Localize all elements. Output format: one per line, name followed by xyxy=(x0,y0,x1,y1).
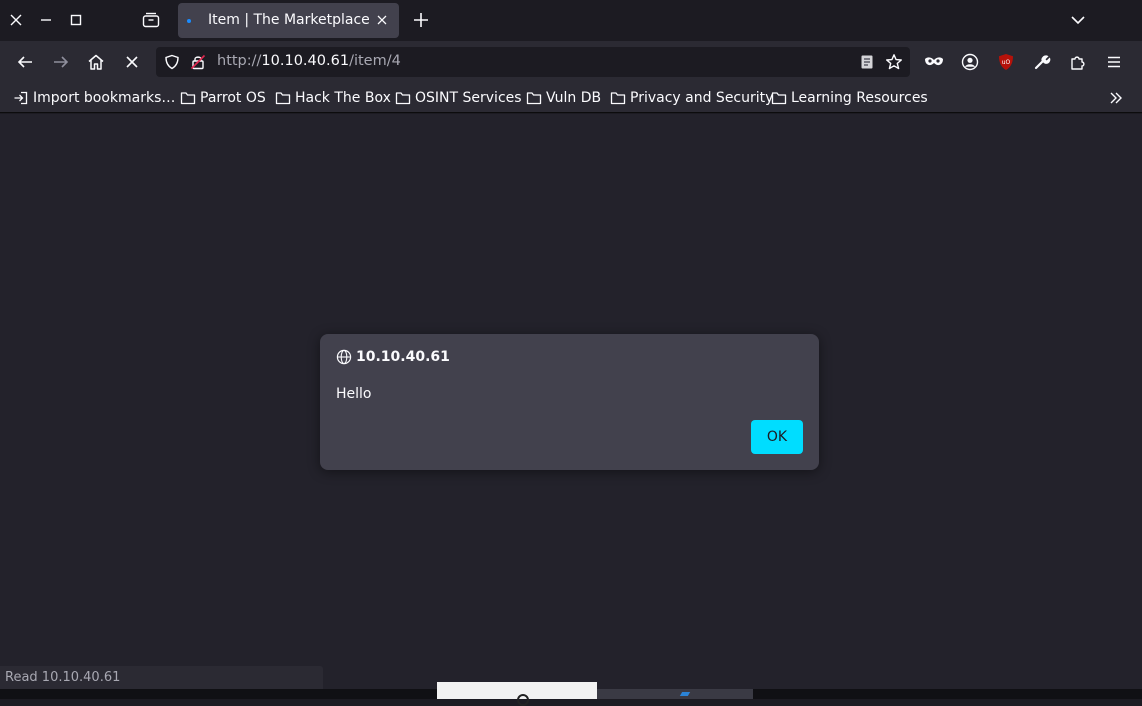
new-tab-button[interactable] xyxy=(410,9,432,31)
alert-dialog: 10.10.40.61 Hello OK xyxy=(320,334,819,470)
ublock-origin-button[interactable]: uO xyxy=(996,52,1016,72)
arrow-right-icon xyxy=(54,56,69,68)
folder-icon xyxy=(526,92,542,105)
close-icon xyxy=(377,15,387,25)
app-menu-button[interactable] xyxy=(1104,52,1124,72)
url-host: 10.10.40.61 xyxy=(261,53,350,69)
folder-icon xyxy=(771,92,787,105)
bookmark-folder-vuln-db[interactable]: Vuln DB xyxy=(526,89,601,107)
url-bar[interactable]: http://10.10.40.61/item/4 xyxy=(156,47,910,77)
hamburger-menu-icon xyxy=(1108,56,1120,68)
site-info-button[interactable] xyxy=(190,54,206,70)
chevron-down-icon xyxy=(1071,16,1085,25)
firefox-view-icon xyxy=(142,12,160,28)
bookmark-folder-parrot-os[interactable]: Parrot OS xyxy=(180,89,266,107)
tab-active[interactable]: Item | The Marketplace xyxy=(178,3,399,38)
account-icon xyxy=(961,53,979,71)
tab-loading-indicator xyxy=(187,19,191,23)
window-close-button[interactable] xyxy=(4,8,28,32)
page-icon xyxy=(861,55,873,69)
status-text: Read 10.10.40.61 xyxy=(0,666,323,689)
bookmark-folder-learning-resources[interactable]: Learning Resources xyxy=(771,89,928,107)
puzzle-piece-icon xyxy=(1071,56,1085,70)
firefox-view-button[interactable] xyxy=(139,8,163,32)
tracking-protection-button[interactable] xyxy=(164,54,180,70)
bookmarks-overflow-button[interactable] xyxy=(1108,89,1124,107)
bookmark-label: Privacy and Security xyxy=(630,90,774,106)
svg-text:uO: uO xyxy=(1002,59,1011,66)
bookmark-label: OSINT Services xyxy=(415,90,522,106)
home-icon xyxy=(88,54,104,70)
ok-button[interactable]: OK xyxy=(751,420,803,454)
taskbar-app-item[interactable] xyxy=(597,689,753,699)
list-all-tabs-button[interactable] xyxy=(1066,9,1090,31)
import-icon xyxy=(14,91,28,105)
minimize-icon xyxy=(41,19,51,21)
folder-icon xyxy=(180,92,196,105)
private-browsing-button[interactable] xyxy=(924,52,944,72)
folder-icon xyxy=(395,92,411,105)
stop-icon xyxy=(126,56,138,68)
reader-view-button[interactable] xyxy=(859,54,875,70)
app-icon xyxy=(517,694,529,706)
mask-icon xyxy=(925,57,943,66)
bookmark-label: Learning Resources xyxy=(791,90,928,106)
tab-close-button[interactable] xyxy=(374,12,390,28)
wrench-icon xyxy=(1034,55,1051,70)
back-button[interactable] xyxy=(15,52,35,72)
taskbar-app-item[interactable] xyxy=(437,682,597,706)
window-minimize-button[interactable] xyxy=(34,8,58,32)
dialog-origin: 10.10.40.61 xyxy=(336,349,450,365)
tab-title: Item | The Marketplace xyxy=(208,12,370,28)
account-button[interactable] xyxy=(960,52,980,72)
globe-icon xyxy=(336,349,352,365)
bookmark-folder-osint-services[interactable]: OSINT Services xyxy=(395,89,522,107)
maximize-icon xyxy=(70,14,82,26)
bookmark-folder-hack-the-box[interactable]: Hack The Box xyxy=(275,89,391,107)
app-icon xyxy=(679,692,691,696)
url-text[interactable]: http://10.10.40.61/item/4 xyxy=(217,53,401,69)
dialog-origin-text: 10.10.40.61 xyxy=(356,349,450,365)
url-scheme: http:// xyxy=(217,53,262,69)
bookmark-label: Parrot OS xyxy=(200,90,266,106)
bookmark-star-button[interactable] xyxy=(885,53,903,71)
shield-icon xyxy=(165,54,179,70)
bookmark-folder-privacy-and-security[interactable]: Privacy and Security xyxy=(610,89,773,107)
developer-tools-button[interactable] xyxy=(1032,52,1052,72)
window-maximize-button[interactable] xyxy=(64,8,88,32)
insecure-lock-icon xyxy=(190,54,206,70)
bookmark-label: Import bookmarks… xyxy=(33,90,176,106)
url-path: /item/4 xyxy=(349,53,401,69)
bookmark-label: Vuln DB xyxy=(546,90,602,106)
dialog-message: Hello xyxy=(336,386,372,402)
home-button[interactable] xyxy=(86,52,106,72)
bookmark-label: Hack The Box xyxy=(295,90,391,106)
ublock-icon: uO xyxy=(999,54,1013,70)
double-chevron-right-icon xyxy=(1110,92,1122,104)
star-icon xyxy=(886,54,902,70)
bookmarks-toolbar: Import bookmarks… Parrot OS Hack The Box… xyxy=(0,83,1142,113)
arrow-left-icon xyxy=(17,56,32,68)
title-bar: Item | The Marketplace xyxy=(0,0,1142,41)
bookmark-import[interactable]: Import bookmarks… xyxy=(13,89,175,107)
folder-icon xyxy=(610,92,626,105)
navigation-toolbar: http://10.10.40.61/item/4 uO xyxy=(0,41,1142,83)
extensions-button[interactable] xyxy=(1068,52,1088,72)
stop-button[interactable] xyxy=(122,52,142,72)
folder-icon xyxy=(275,92,291,105)
plus-icon xyxy=(414,13,428,27)
forward-button[interactable] xyxy=(51,52,71,72)
close-icon xyxy=(10,14,22,26)
